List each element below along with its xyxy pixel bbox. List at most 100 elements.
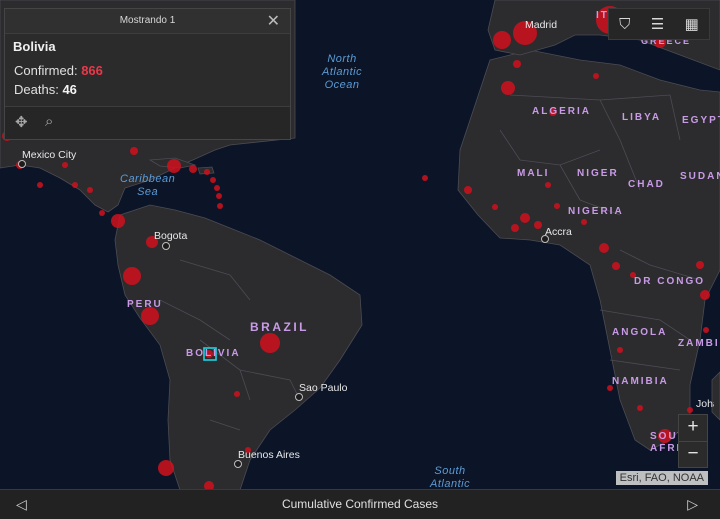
country-label-dr-congo: DR CONGO (634, 276, 705, 287)
case-bubble[interactable] (210, 177, 216, 183)
case-bubble[interactable] (189, 165, 197, 173)
case-bubble[interactable] (501, 81, 515, 95)
city-label-accra: Accra (545, 226, 572, 238)
case-bubble[interactable] (214, 185, 220, 191)
case-bubble[interactable] (422, 175, 428, 181)
case-bubble[interactable] (464, 186, 472, 194)
city-marker (18, 160, 26, 168)
popup-confirmed-row: Confirmed: 866 (14, 63, 103, 78)
popup-deaths-row: Deaths: 46 (14, 82, 77, 97)
case-bubble[interactable] (260, 333, 280, 353)
city-label-madrid: Madrid (525, 19, 558, 31)
country-label-brazil: BRAZIL (250, 320, 309, 334)
country-label-chad: CHAD (628, 179, 665, 190)
popup-header: Mostrando 1 ✕ (5, 9, 290, 34)
ocean-label-line: South (434, 465, 466, 477)
case-bubble[interactable] (554, 203, 560, 209)
popup-header-title: Mostrando 1 (119, 15, 176, 26)
country-label-algeria: ALGERIA (532, 106, 591, 117)
ocean-label-north-atlantic: North Atlantic Ocean (322, 53, 362, 92)
case-bubble[interactable] (703, 327, 709, 333)
case-bubble[interactable] (534, 221, 542, 229)
city-marker (234, 460, 242, 468)
zoom-to-icon[interactable]: ⌕ (45, 113, 53, 130)
case-bubble[interactable] (123, 267, 141, 285)
case-bubble[interactable] (593, 73, 599, 79)
close-icon[interactable]: ✕ (267, 11, 280, 31)
bookmark-icon[interactable]: ⛉ (619, 16, 630, 33)
case-bubble[interactable] (130, 147, 138, 155)
deaths-label: Deaths: (14, 82, 59, 97)
city-label-bogota: Bogota (154, 230, 188, 242)
case-bubble[interactable] (72, 182, 78, 188)
confirmed-label: Confirmed: (14, 63, 78, 78)
next-button[interactable]: ▷ (687, 496, 698, 513)
case-bubble[interactable] (599, 243, 609, 253)
city-marker (295, 393, 303, 401)
case-bubble[interactable] (217, 203, 223, 209)
pan-icon[interactable]: ✥ (15, 113, 28, 131)
country-label-egypt: EGYPT (682, 115, 720, 126)
zoom-control: + − (678, 414, 708, 468)
case-bubble[interactable] (687, 407, 693, 413)
case-bubble[interactable] (511, 224, 519, 232)
case-bubble[interactable] (513, 60, 521, 68)
case-bubble[interactable] (612, 262, 620, 270)
case-bubble[interactable] (617, 347, 623, 353)
city-label-buenos-aires: Buenos Aires (238, 449, 300, 461)
country-label-nigeria: NIGERIA (568, 206, 624, 217)
case-bubble[interactable] (581, 219, 587, 225)
case-bubble[interactable] (700, 290, 710, 300)
city-label-sao-paulo: Sao Paulo (299, 382, 348, 394)
country-label-bolivia: BOLIVIA (186, 348, 241, 359)
case-bubble[interactable] (99, 210, 105, 216)
ocean-label-line: Ocean (324, 79, 360, 91)
country-label-angola: ANGOLA (612, 327, 668, 338)
ocean-label-line: Sea (137, 186, 159, 198)
bottom-bar-title: Cumulative Confirmed Cases (281, 497, 439, 511)
deaths-value: 46 (62, 82, 77, 97)
case-bubble[interactable] (111, 214, 125, 228)
country-label-mali: MALI (517, 168, 550, 179)
zoom-out-button[interactable]: − (679, 441, 707, 468)
feature-popup[interactable]: Mostrando 1 ✕ Bolivia Confirmed: 866 Dea… (4, 8, 291, 140)
case-bubble[interactable] (216, 193, 222, 199)
case-bubble[interactable] (87, 187, 93, 193)
popup-actions: ✥ ⌕ (5, 106, 290, 139)
case-bubble[interactable] (234, 391, 240, 397)
confirmed-value: 866 (81, 63, 103, 78)
country-label-sudan: SUDAN (680, 171, 720, 182)
ocean-label-south-atlantic: South Atlantic (430, 465, 470, 491)
country-label-libya: LIBYA (622, 112, 662, 123)
case-bubble[interactable] (492, 204, 498, 210)
popup-country-name: Bolivia (13, 39, 56, 54)
case-bubble[interactable] (37, 182, 43, 188)
ocean-label-line: North (327, 53, 357, 65)
case-bubble[interactable] (520, 213, 530, 223)
bottom-bar: ◁ Cumulative Confirmed Cases ▷ (0, 489, 720, 519)
case-bubble[interactable] (493, 31, 511, 49)
city-label-johannesburg: Johannesburg (696, 398, 714, 410)
case-bubble[interactable] (167, 159, 181, 173)
list-icon[interactable]: ☰ (651, 15, 664, 33)
map-toolbar: ⛉ ☰ ▦ (608, 8, 710, 40)
ocean-label-line: Atlantic (322, 66, 363, 78)
zoom-in-button[interactable]: + (679, 415, 707, 441)
map-attribution: Esri, FAO, NOAA (615, 471, 708, 485)
case-bubble[interactable] (637, 405, 643, 411)
city-marker (162, 242, 170, 250)
country-label-zambia: ZAMBIA (678, 338, 720, 349)
city-marker (541, 235, 549, 243)
case-bubble[interactable] (545, 182, 551, 188)
country-label-niger: NIGER (577, 168, 619, 179)
land-madagascar (711, 371, 720, 421)
case-bubble[interactable] (158, 460, 174, 476)
qr-icon[interactable]: ▦ (685, 15, 699, 33)
ocean-label-line: Caribbean (120, 173, 176, 185)
case-bubble[interactable] (696, 261, 704, 269)
ocean-label-caribbean: Caribbean Sea (120, 173, 175, 199)
case-bubble[interactable] (204, 169, 210, 175)
country-label-namibia: NAMIBIA (612, 376, 669, 387)
case-bubble[interactable] (62, 162, 68, 168)
city-label-mexico-city: Mexico City (22, 149, 77, 161)
